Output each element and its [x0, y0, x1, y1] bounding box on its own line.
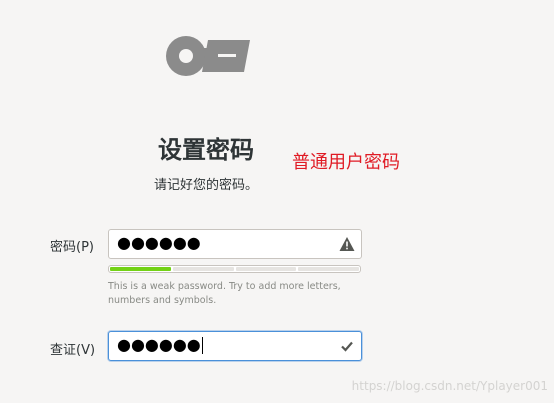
strength-segment: [235, 267, 297, 271]
password-value: ●●●●●●: [117, 233, 201, 252]
watermark: https://blog.csdn.net/Yplayer001: [351, 379, 548, 393]
password-strength-meter: [108, 265, 361, 273]
page-subtitle: 请记好您的密码。: [153, 178, 258, 193]
password-strength-hint: This is a weak password. Try to add more…: [108, 281, 341, 306]
key-icon: [166, 36, 250, 76]
annotation-label: 普通用户密码: [292, 152, 400, 173]
strength-segment: [172, 267, 234, 271]
password-field[interactable]: ●●●●●●: [108, 229, 362, 259]
checkmark-icon: [341, 341, 353, 352]
confirm-label: 查证(V): [50, 343, 96, 358]
password-label: 密码(P): [50, 240, 94, 255]
confirm-value: ●●●●●●: [117, 335, 203, 354]
strength-segment: [298, 267, 359, 271]
text-caret: [201, 337, 203, 354]
strength-segment: [110, 267, 171, 271]
confirm-password-field[interactable]: ●●●●●●: [108, 331, 362, 361]
warning-icon: [339, 237, 355, 251]
